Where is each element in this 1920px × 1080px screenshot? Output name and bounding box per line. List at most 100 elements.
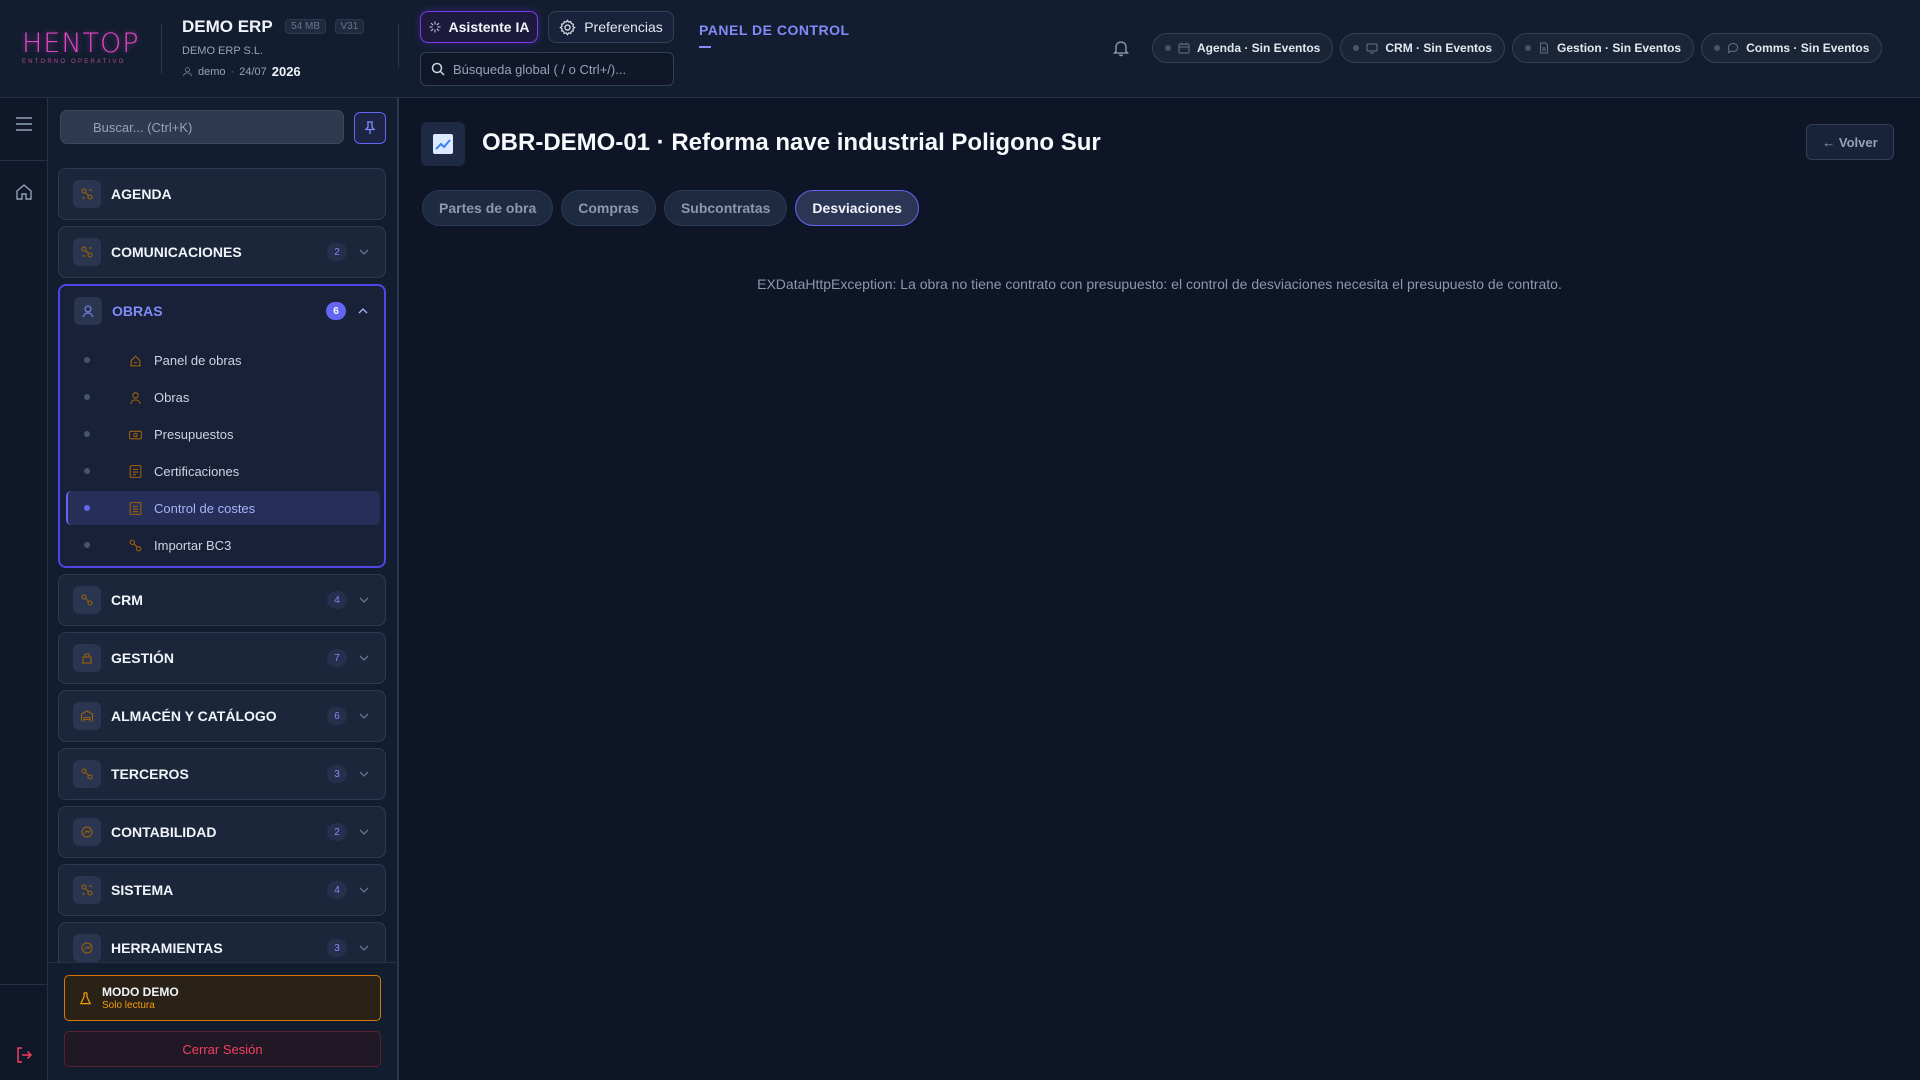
company-block: DEMO ERP 54 MB V31 DEMO ERP S.L. demo · … xyxy=(182,17,365,79)
page-title: OBR-DEMO-01 · Reforma nave industrial Po… xyxy=(482,129,1101,156)
status-dot xyxy=(1714,45,1721,51)
terceros-icon xyxy=(73,760,101,788)
chip-gestion[interactable]: Gestion · Sin Eventos xyxy=(1512,33,1695,63)
nav-group-comunicaciones[interactable]: COMUNICACIONES 2 xyxy=(58,226,386,278)
bell-icon[interactable] xyxy=(1112,39,1130,57)
tab-partes-de-obra[interactable]: Partes de obra xyxy=(422,190,554,226)
user-name: demo xyxy=(198,65,226,78)
nav-group-terceros[interactable]: TERCEROS 3 xyxy=(58,748,386,800)
nav-group-label: COMUNICACIONES xyxy=(111,244,242,260)
trending-chart-icon xyxy=(421,122,465,166)
size-badge: 54 MB xyxy=(285,19,327,34)
sidebar-search[interactable] xyxy=(60,110,344,144)
nav-group-label: HERRAMIENTAS xyxy=(111,940,223,956)
app-title: DEMO ERP xyxy=(182,17,273,36)
nav-item-label: Panel de obras xyxy=(154,352,242,368)
user-line: demo · 24/07 2026 xyxy=(182,64,364,79)
import-icon xyxy=(126,536,144,554)
ai-assistant-label: Asistente IA xyxy=(448,19,530,35)
comunicaciones-icon xyxy=(73,238,101,266)
sidebar: AGENDA COMUNICACIONES 2 OBRAS 6 Pa xyxy=(48,98,399,1080)
tab-desviaciones[interactable]: Desviaciones xyxy=(795,190,919,226)
ai-assistant-button[interactable]: Asistente IA xyxy=(420,11,538,43)
count-badge: 6 xyxy=(327,707,347,725)
home-icon[interactable] xyxy=(12,180,36,204)
nav-group-label: OBRAS xyxy=(112,303,163,319)
ledger-icon xyxy=(126,499,144,517)
chip-crm[interactable]: CRM · Sin Eventos xyxy=(1340,33,1506,63)
global-search[interactable] xyxy=(420,52,674,86)
logout-button[interactable]: Cerrar Sesión xyxy=(64,1031,381,1067)
demo-mode-subtitle: Solo lectura xyxy=(102,1000,155,1011)
preferences-label: Preferencias xyxy=(584,19,663,35)
chevron-down-icon xyxy=(357,945,371,951)
pin-icon xyxy=(363,121,377,135)
chip-label: Comms · Sin Eventos xyxy=(1746,41,1870,55)
nav-group-almacen[interactable]: ALMACÉN Y CATÁLOGO 6 xyxy=(58,690,386,742)
nav-group-contabilidad[interactable]: CONTABILIDAD 2 xyxy=(58,806,386,858)
count-badge: 2 xyxy=(327,243,347,261)
nav-group-label: SISTEMA xyxy=(111,882,174,898)
nav-item-label: Certificaciones xyxy=(154,463,240,479)
logout-icon[interactable] xyxy=(12,1043,36,1067)
nav-item-panel-de-obras[interactable]: Panel de obras xyxy=(66,343,380,377)
chip-label: Gestion · Sin Eventos xyxy=(1557,41,1682,55)
status-dot xyxy=(1525,45,1532,51)
bullet-dot xyxy=(84,357,90,363)
chip-agenda[interactable]: Agenda · Sin Eventos xyxy=(1152,33,1334,63)
nav-group-crm[interactable]: CRM 4 xyxy=(58,574,386,626)
chevron-down-icon xyxy=(357,887,371,893)
top-header: HENTOP ENTORNO OPERATIVO DEMO ERP 54 MB … xyxy=(0,0,1920,98)
nav-item-certificaciones[interactable]: Certificaciones xyxy=(66,454,380,488)
panel-control-title: PANEL DE CONTROL xyxy=(699,22,850,38)
bullet-dot xyxy=(84,431,90,437)
nav-item-control-de-costes[interactable]: Control de costes xyxy=(66,491,380,525)
chevron-down-icon xyxy=(357,771,371,777)
rail-divider xyxy=(0,984,48,985)
chip-label: CRM · Sin Eventos xyxy=(1385,41,1493,55)
nav-item-presupuestos[interactable]: Presupuestos xyxy=(66,417,380,451)
nav-group-label: AGENDA xyxy=(111,186,172,202)
search-icon xyxy=(431,62,445,76)
logo-subtitle: ENTORNO OPERATIVO xyxy=(22,59,126,65)
back-button[interactable]: ← Volver xyxy=(1806,124,1894,160)
chevron-down-icon xyxy=(357,829,371,835)
sistema-icon xyxy=(73,876,101,904)
panel-control-link[interactable]: PANEL DE CONTROL xyxy=(699,22,850,48)
nav-group-obras[interactable]: OBRAS 6 Panel de obras Obras Presupuesto… xyxy=(58,284,386,568)
rail-divider xyxy=(0,160,48,161)
count-badge: 2 xyxy=(327,823,347,841)
nav-group-label: CONTABILIDAD xyxy=(111,824,217,840)
count-badge: 4 xyxy=(327,881,347,899)
nav-item-label: Obras xyxy=(154,389,190,405)
nav-group-gestion[interactable]: GESTIÓN 7 xyxy=(58,632,386,684)
nav-group-sistema[interactable]: SISTEMA 4 xyxy=(58,864,386,916)
chip-comms[interactable]: Comms · Sin Eventos xyxy=(1701,33,1883,63)
count-badge: 3 xyxy=(327,765,347,783)
preferences-button[interactable]: Preferencias xyxy=(548,11,674,43)
nav-item-importar-bc3[interactable]: Importar BC3 xyxy=(66,528,380,562)
money-icon xyxy=(126,425,144,443)
tab-compras[interactable]: Compras xyxy=(561,190,656,226)
nav-group-agenda[interactable]: AGENDA xyxy=(58,168,386,220)
count-badge: 4 xyxy=(327,591,347,609)
pin-button[interactable] xyxy=(354,112,386,144)
panel-control-underline xyxy=(699,46,711,48)
bullet-dot xyxy=(84,394,90,400)
global-search-input[interactable] xyxy=(453,61,663,77)
logo[interactable]: HENTOP ENTORNO OPERATIVO xyxy=(22,30,144,66)
bullet-dot xyxy=(84,468,90,474)
icon-rail xyxy=(0,98,48,1080)
nav-group-label: CRM xyxy=(111,592,143,608)
company-name: DEMO ERP S.L. xyxy=(182,45,264,57)
chip-label: Agenda · Sin Eventos xyxy=(1197,41,1321,55)
worker-icon xyxy=(126,388,144,406)
tab-subcontratas[interactable]: Subcontratas xyxy=(663,190,788,226)
sidebar-search-input[interactable] xyxy=(61,111,343,143)
bullet-dot xyxy=(84,542,90,548)
menu-icon[interactable] xyxy=(12,112,36,136)
error-message: EXDataHttpException: La obra no tiene co… xyxy=(757,276,1562,292)
nav-item-obras[interactable]: Obras xyxy=(66,380,380,414)
sidebar-nav: AGENDA COMUNICACIONES 2 OBRAS 6 Panel de… xyxy=(58,168,386,1060)
nav-group-label: ALMACÉN Y CATÁLOGO xyxy=(111,708,277,724)
